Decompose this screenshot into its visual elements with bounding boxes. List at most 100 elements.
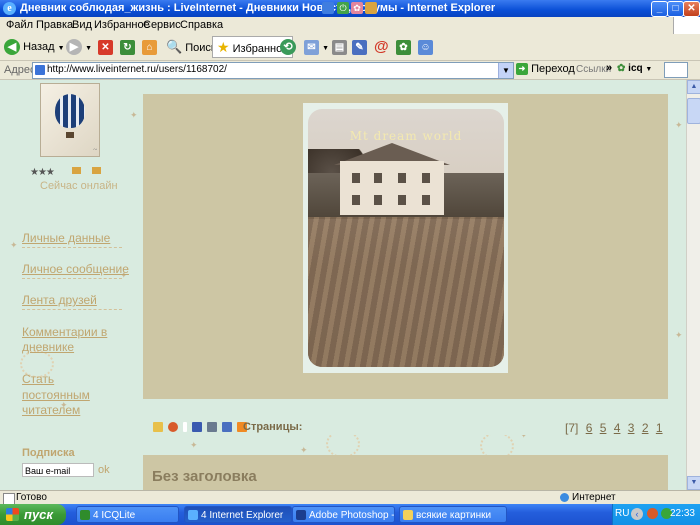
subscription-label: Подписка <box>22 447 75 459</box>
status-text: Готово <box>16 492 47 503</box>
email-field[interactable]: Ваш e-mail <box>22 463 94 477</box>
page-link[interactable]: 4 <box>614 421 621 435</box>
users-icon: ☺ <box>418 39 433 55</box>
mail-button[interactable]: ✉ ▼ <box>304 37 329 57</box>
close-button[interactable]: ✕ <box>683 1 700 17</box>
print-button[interactable]: ▤ <box>332 37 347 57</box>
app-icon <box>365 2 377 14</box>
comment-icon[interactable] <box>153 422 163 432</box>
users-button[interactable]: ☺ <box>418 37 433 57</box>
nav-comments-line2[interactable]: дневнике <box>22 340 74 354</box>
page-link[interactable]: 2 <box>642 421 649 435</box>
menu-help[interactable]: Справка <box>180 19 223 31</box>
folder-icon[interactable] <box>72 167 81 174</box>
scroll-up-button[interactable]: ▲ <box>687 80 700 94</box>
post-actions <box>153 422 249 432</box>
decor-dot: ✦ <box>675 330 683 340</box>
power-icon: ⏻ <box>337 2 349 14</box>
page-content: ✦ ✦ ✦ ✦ ✦ ✦ ✦ ✦ ✦ ✦ ~ ★★★ Сейчас онлайн … <box>0 80 686 490</box>
forward-button[interactable]: ▶ ▼ <box>66 37 92 57</box>
search-button[interactable]: 🔍 Поиск <box>166 37 216 57</box>
decor-dot: ✦ <box>130 110 138 120</box>
menu-tools[interactable]: Сервис <box>143 19 181 31</box>
back-button[interactable]: ◀ Назад ▼ <box>4 37 65 57</box>
messenger-button[interactable]: @ <box>374 37 389 57</box>
decor-dot: ✦ <box>190 440 198 450</box>
mail-icon: ✉ <box>304 39 319 55</box>
icq-flower-icon: ✿ <box>617 63 626 74</box>
page-link[interactable]: 5 <box>600 421 607 435</box>
rating-stars: ★★★ <box>30 167 55 178</box>
go-button[interactable]: ➜ Переход <box>516 63 575 76</box>
menu-edit[interactable]: Правка <box>36 19 73 31</box>
scroll-thumb[interactable] <box>687 98 700 124</box>
bookmark-icon[interactable] <box>192 422 203 432</box>
stop-button[interactable]: ✕ <box>98 37 113 57</box>
taskbar-item-icq[interactable]: 4 ICQLite <box>76 506 179 523</box>
avatar[interactable]: ~ <box>40 83 100 157</box>
taskbar-item-folder[interactable]: всякие картинки <box>399 506 507 523</box>
post-image[interactable]: Mt dream world <box>308 109 504 367</box>
icq-flower-icon <box>80 510 90 520</box>
edit-button[interactable]: ✎ <box>352 37 367 57</box>
add-icon[interactable] <box>168 422 179 432</box>
title-bar[interactable]: e Дневник соблюдая_жизнь : LiveInternet … <box>0 0 700 17</box>
page-icon <box>35 65 45 75</box>
separator-icon <box>183 422 188 432</box>
menu-file[interactable]: Файл <box>6 19 33 31</box>
chevron-down-icon[interactable]: ▼ <box>498 63 513 78</box>
menu-favorites[interactable]: Избранное <box>94 19 150 31</box>
message-icon[interactable] <box>92 167 101 174</box>
icq-button[interactable]: ✿ <box>396 37 411 57</box>
home-button[interactable]: ⌂ <box>142 37 157 57</box>
start-button[interactable]: пуск <box>0 504 66 525</box>
edit-icon: ✎ <box>352 39 367 55</box>
maximize-button[interactable]: □ <box>667 1 684 17</box>
window-icon <box>322 2 334 14</box>
nav-subscribe-line3[interactable]: читателем <box>22 403 80 417</box>
icq-flower-icon: ✿ <box>396 39 411 55</box>
scroll-down-button[interactable]: ▼ <box>687 476 700 490</box>
windows-logo-icon <box>673 17 700 34</box>
history-button[interactable]: ⟲ <box>280 37 296 57</box>
chevron-right-icon[interactable]: » <box>606 62 612 74</box>
menu-view[interactable]: Вид <box>72 19 92 31</box>
taskbar-item-photoshop[interactable]: Adobe Photoshop - [... <box>292 506 395 523</box>
window-shape <box>352 195 360 205</box>
tray-chevron-icon[interactable]: ‹ <box>631 508 643 520</box>
toolbar: ◀ Назад ▼ ▶ ▼ ✕ ↻ ⌂ 🔍 Поиск ★ Избранное … <box>0 34 700 61</box>
image-caption: Mt dream world <box>349 129 463 143</box>
icq-label: icq <box>628 63 643 74</box>
save-icon[interactable] <box>222 422 233 432</box>
tray-app-icon[interactable] <box>647 508 658 519</box>
go-arrow-icon: ➜ <box>516 63 528 76</box>
page-current: [7] <box>565 421 579 435</box>
back-arrow-icon: ◀ <box>4 39 20 56</box>
pages-label: Страницы: <box>243 421 303 433</box>
nav-subscribe-line1[interactable]: Стать <box>22 372 54 386</box>
address-input[interactable]: http://www.liveinternet.ru/users/1168702… <box>32 62 514 79</box>
history-icon: ⟲ <box>280 39 296 56</box>
page-link[interactable]: 1 <box>656 421 663 435</box>
system-tray: RU ‹ 22:33 <box>612 504 700 525</box>
taskbar-item-ie[interactable]: 4 Internet Explorer <box>184 506 292 523</box>
window-shape <box>398 173 406 183</box>
nav-comments-line1[interactable]: Комментарии в <box>22 325 107 339</box>
language-indicator[interactable]: RU <box>615 508 629 519</box>
post-title[interactable]: Без заголовка <box>152 468 257 485</box>
search-icon: 🔍 <box>166 39 183 54</box>
window-shape <box>398 195 406 205</box>
nav-subscribe-line2[interactable]: постоянным <box>22 388 90 402</box>
minimize-button[interactable]: _ <box>651 1 668 17</box>
chevron-down-icon: ▼ <box>57 45 65 52</box>
page-link[interactable]: 3 <box>628 421 635 435</box>
icq-search-button[interactable]: ✿ icq ▼ <box>617 63 652 74</box>
printer-icon[interactable] <box>207 422 218 432</box>
ok-button[interactable]: ok <box>98 464 110 476</box>
basket-icon <box>66 132 74 138</box>
icq-search-input[interactable] <box>664 62 688 78</box>
page-link[interactable]: 6 <box>586 421 593 435</box>
vertical-scrollbar[interactable]: ▲ ▼ <box>686 80 700 490</box>
refresh-button[interactable]: ↻ <box>120 37 135 57</box>
refresh-icon: ↻ <box>120 39 135 55</box>
